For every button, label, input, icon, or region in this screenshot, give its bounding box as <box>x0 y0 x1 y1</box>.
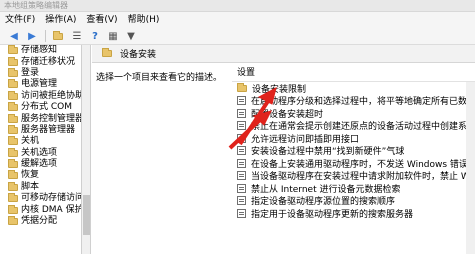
list-item[interactable]: 禁止在通常会提示创建还原点的设备活动过程中创建系统还... <box>232 120 475 132</box>
folder-icon <box>8 102 18 112</box>
list-scrollbar[interactable] <box>466 82 475 254</box>
policy-setting-icon <box>237 133 246 143</box>
tree-item-mitigation-options[interactable]: 缓解选项 <box>0 159 81 170</box>
toolbar: ◀ ▶ ☰ ? ▦ ▼ <box>0 28 475 45</box>
policy-setting-icon <box>237 121 246 131</box>
folder-icon <box>237 82 247 92</box>
back-icon[interactable]: ◀ <box>6 29 22 43</box>
folder-icon <box>8 159 18 169</box>
list-icon[interactable]: ☰ <box>69 29 85 43</box>
folder-icon <box>8 124 18 134</box>
menu-help[interactable]: 帮助(H) <box>123 12 165 28</box>
panel-header: 设备安装 <box>92 45 475 63</box>
tree-item-removable-storage[interactable]: 可移动存储访问 <box>0 193 81 204</box>
folder-icon[interactable] <box>51 29 67 43</box>
folder-icon <box>8 170 18 180</box>
list-item[interactable]: 配置设备安装超时 <box>232 107 475 120</box>
folder-icon <box>8 90 18 100</box>
tree-item-scripts[interactable]: 脚本 <box>0 181 81 193</box>
list-item[interactable]: 当设备驱动程序在安装过程中请求附加软件时，禁止 Wind... <box>232 170 475 182</box>
folder-icon <box>8 193 18 203</box>
tree-item-distributed-com[interactable]: 分布式 COM <box>0 102 81 113</box>
tree-item-shutdown[interactable]: 关机 <box>0 136 81 147</box>
toolbar-separator <box>45 30 46 42</box>
policy-setting-icon <box>237 146 246 156</box>
list-item[interactable]: 允许远程访问即插即用接口 <box>232 132 475 145</box>
filter-icon[interactable]: ▼ <box>123 29 139 43</box>
tree-item-recovery[interactable]: 恢复 <box>0 170 81 181</box>
list-item[interactable]: 在设备上安装通用驱动程序时，不发送 Windows 错误报告 <box>232 157 475 170</box>
list-item[interactable]: 指定用于设备驱动程序更新的搜索服务器 <box>232 207 475 220</box>
folder-icon <box>8 204 18 214</box>
folder-icon <box>8 67 18 77</box>
folder-icon <box>8 136 18 146</box>
menu-bar: 文件(F) 操作(A) 查看(V) 帮助(H) <box>0 12 475 28</box>
folder-icon <box>8 216 18 226</box>
forward-icon[interactable]: ▶ <box>24 29 40 43</box>
tree-item-access-denied-assistance[interactable]: 访问被拒绝协助 <box>0 90 81 102</box>
window-title-bar: 本地组策略编辑器 <box>0 0 475 12</box>
description-text: 选择一个项目来查看它的描述。 <box>96 73 223 83</box>
help-icon[interactable]: ? <box>87 29 103 43</box>
tree-scroll-thumb[interactable] <box>83 195 90 235</box>
policy-setting-icon <box>237 183 246 193</box>
folder-icon <box>8 45 18 55</box>
tree-item-credentials-delegation[interactable]: 凭据分配 <box>0 216 81 227</box>
folder-icon <box>8 79 18 89</box>
tree-item-logon[interactable]: 登录 <box>0 67 81 79</box>
folder-icon <box>8 181 18 191</box>
list-item[interactable]: 指定设备驱动程序源位置的搜索顺序 <box>232 195 475 207</box>
folder-icon <box>8 56 18 66</box>
window-title: 本地组策略编辑器 <box>4 1 68 10</box>
policy-setting-icon <box>237 96 246 106</box>
policy-setting-icon <box>237 171 246 181</box>
menu-action[interactable]: 操作(A) <box>40 12 81 28</box>
tree-item-shutdown-options[interactable]: 关机选项 <box>0 147 81 159</box>
tree-item-storage-migration[interactable]: 存储迁移状况 <box>0 56 81 67</box>
tree-item-kernel-dma[interactable]: 内核 DMA 保护 <box>0 204 81 215</box>
folder-icon <box>8 113 18 123</box>
menu-file[interactable]: 文件(F) <box>0 12 40 28</box>
panel-title: 设备安装 <box>120 50 157 60</box>
folder-icon <box>8 147 18 157</box>
navigation-tree: 存储感知 存储迁移状况 登录 电源管理 访问被拒绝协助 分布式 COM 服务控制… <box>0 45 82 254</box>
tree-item-service-control-manager[interactable]: 服务控制管理器 <box>0 113 81 124</box>
policy-setting-icon <box>237 158 246 168</box>
tree-item-power-management[interactable]: 电源管理 <box>0 79 81 90</box>
tree-scrollbar[interactable] <box>82 45 91 254</box>
tree-item-storage-sense[interactable]: 存储感知 <box>0 45 81 56</box>
list-item[interactable]: 禁止从 Internet 进行设备元数据检索 <box>232 182 475 195</box>
tree-item-server-manager[interactable]: 服务器管理器 <box>0 124 81 136</box>
properties-icon[interactable]: ▦ <box>105 29 121 43</box>
column-header-setting[interactable]: 设置 <box>232 63 475 82</box>
list-item[interactable]: 在启动程序分级和选择过程中，将平等地确定所有已数字签... <box>232 95 475 107</box>
list-item[interactable]: 安装设备过程中禁用“找到新硬件”气球 <box>232 145 475 157</box>
policy-setting-icon <box>237 196 246 206</box>
menu-view[interactable]: 查看(V) <box>81 12 122 28</box>
settings-list: 设置 设备安装限制 在启动程序分级和选择过程中，将平等地确定所有已数字签... … <box>232 63 475 254</box>
policy-setting-icon <box>237 108 246 118</box>
folder-icon <box>102 48 112 57</box>
list-item[interactable]: 设备安装限制 <box>232 82 475 95</box>
policy-setting-icon <box>237 208 246 218</box>
